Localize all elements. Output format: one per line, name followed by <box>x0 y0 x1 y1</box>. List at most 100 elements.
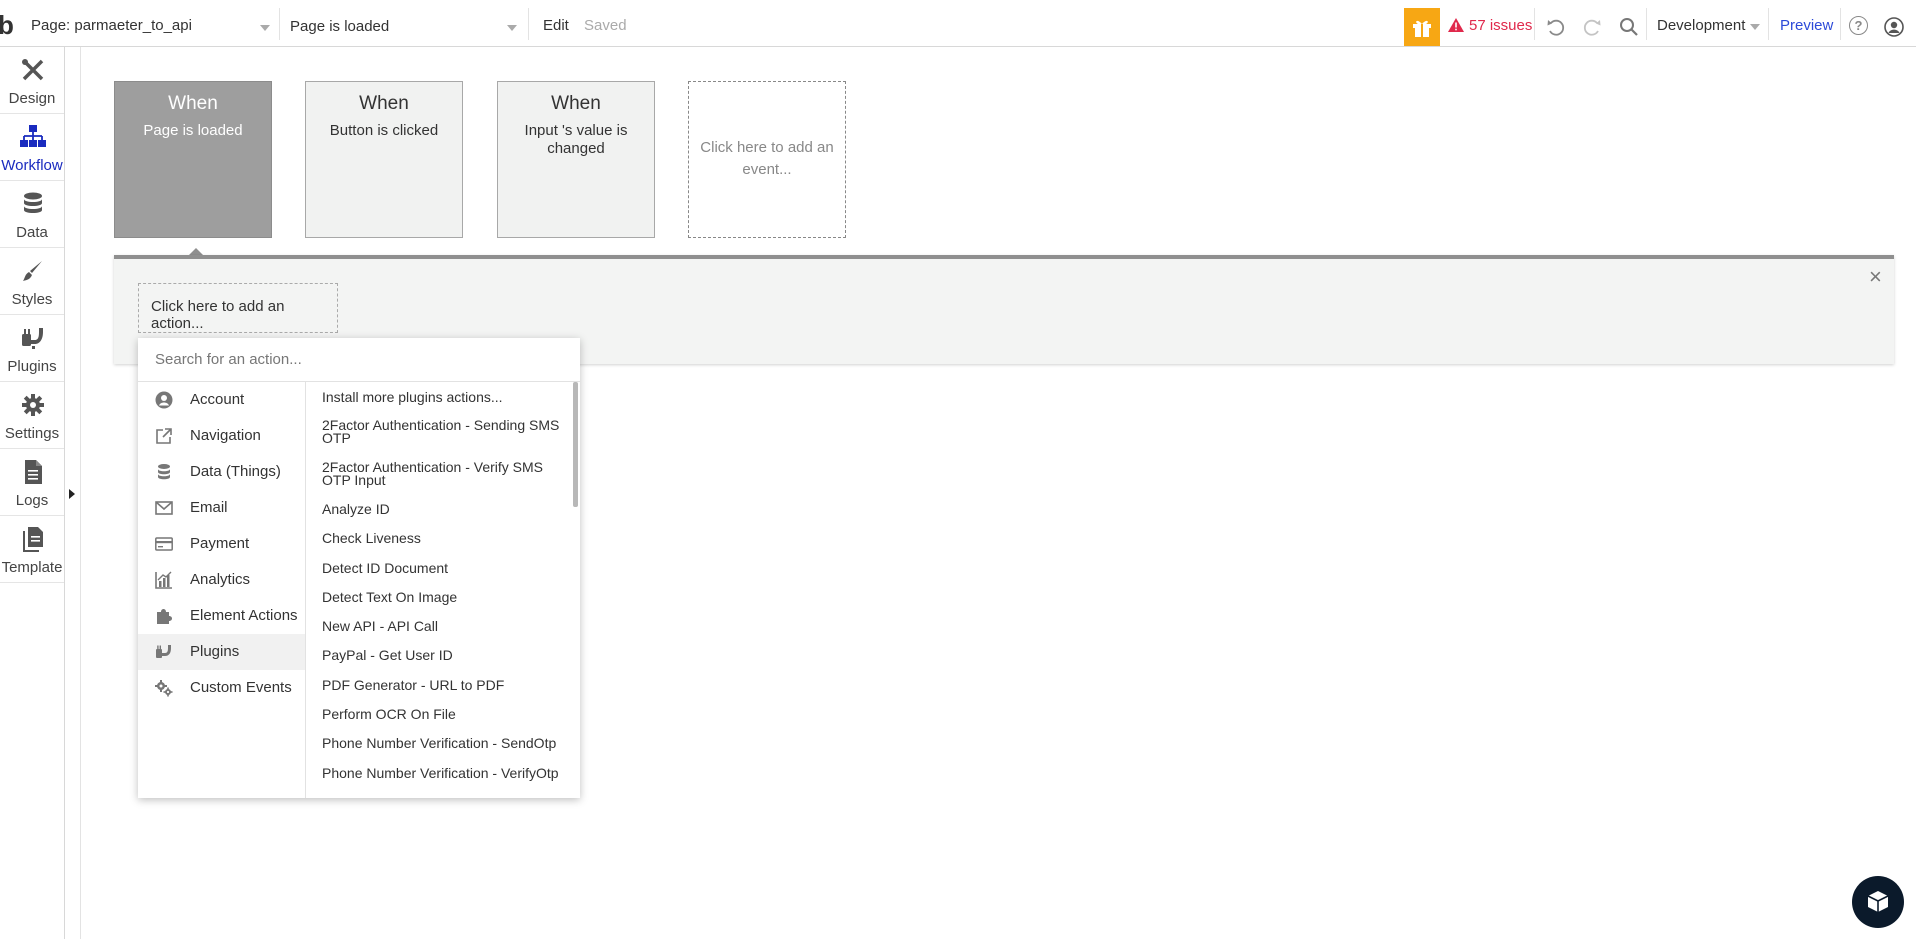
action-search-input[interactable] <box>138 338 580 382</box>
category-label: Data (Things) <box>190 463 281 480</box>
sidebar-item-label: Logs <box>15 492 49 509</box>
event-description: Input 's value is changed <box>524 122 628 157</box>
action-item[interactable]: Analyze ID <box>322 502 570 516</box>
event-description: Button is clicked <box>329 122 439 139</box>
add-event-button[interactable]: Click here to add an event... <box>688 81 846 238</box>
action-item[interactable]: Detect ID Document <box>322 561 570 575</box>
analytics-icon <box>155 571 172 589</box>
redo-icon[interactable] <box>1582 17 1602 37</box>
sidebar-item-label: Design <box>8 90 56 107</box>
sidebar-item-label: Template <box>1 559 63 576</box>
add-event-label: Click here to add an event... <box>700 139 834 178</box>
action-item[interactable]: 2Factor Authentication - Sending SMS OTP <box>322 418 570 445</box>
action-item-install-plugins[interactable]: Install more plugins actions... <box>322 390 570 404</box>
category-analytics[interactable]: Analytics <box>138 562 305 598</box>
category-element-actions[interactable]: Element Actions <box>138 598 305 634</box>
design-tools-icon <box>22 59 44 81</box>
sidebar-item-data[interactable]: Data <box>0 181 64 248</box>
page-selector[interactable]: Page: parmaeter_to_api <box>31 17 192 34</box>
category-data-things[interactable]: Data (Things) <box>138 454 305 490</box>
help-icon[interactable]: ? <box>1849 16 1868 35</box>
category-label: Account <box>190 391 245 408</box>
database-icon <box>158 464 170 480</box>
sidebar-item-settings[interactable]: Settings <box>0 382 64 449</box>
sidebar-item-logs[interactable]: Logs <box>0 449 64 516</box>
sidebar-item-label: Settings <box>4 425 60 442</box>
category-label: Email <box>190 499 228 516</box>
database-icon <box>24 192 42 213</box>
external-link-icon <box>156 428 172 444</box>
envelope-icon <box>155 501 173 515</box>
avatar[interactable] <box>1884 17 1904 37</box>
action-item[interactable]: Phone Number Verification - VerifyOtp <box>322 766 570 780</box>
sidebar-item-styles[interactable]: Styles <box>0 248 64 315</box>
action-item[interactable]: Check Liveness <box>322 531 570 545</box>
category-label: Analytics <box>190 571 251 588</box>
divider <box>279 8 280 40</box>
category-label: Payment <box>190 535 250 552</box>
plugins-icon <box>22 328 43 349</box>
category-label: Navigation <box>190 427 261 444</box>
event-card-button-clicked[interactable]: When Button is clicked <box>305 81 463 238</box>
category-custom-events[interactable]: Custom Events <box>138 670 305 706</box>
action-item[interactable]: PayPal - Get User ID <box>322 648 570 662</box>
sidebar-item-label: Plugins <box>7 358 57 375</box>
action-item[interactable]: Perform OCR On File <box>322 707 570 721</box>
edit-menu[interactable]: Edit <box>543 17 569 34</box>
gears-icon <box>155 680 173 697</box>
category-navigation[interactable]: Navigation <box>138 418 305 454</box>
category-account[interactable]: Account <box>138 382 305 418</box>
user-circle-icon <box>155 391 173 409</box>
collapse-sidebar-toggle[interactable] <box>69 489 75 499</box>
sidebar-item-plugins[interactable]: Plugins <box>0 315 64 382</box>
event-selector[interactable]: Page is loaded <box>290 18 389 35</box>
gift-button[interactable] <box>1404 8 1440 46</box>
action-item[interactable]: PDF Generator - URL to PDF <box>322 678 570 692</box>
canvas-divider <box>80 47 81 939</box>
event-selector-chevron-icon[interactable] <box>507 25 517 31</box>
action-category-list: Account Navigation Data (Things) Email P… <box>138 382 306 798</box>
chat-icon <box>1867 891 1889 912</box>
sidebar-item-label: Data <box>16 224 48 241</box>
event-card-input-changed[interactable]: When Input 's value is changed <box>497 81 655 238</box>
top-bar: b Page: parmaeter_to_api Page is loaded … <box>0 0 1916 47</box>
gear-icon <box>22 394 44 416</box>
chat-support-button[interactable] <box>1852 876 1904 928</box>
sidebar-item-workflow[interactable]: Workflow <box>0 114 64 181</box>
action-item[interactable]: Detect Text On Image <box>322 590 570 604</box>
add-action-button[interactable]: Click here to add an action... <box>138 283 338 333</box>
category-label: Element Actions <box>190 607 298 624</box>
sidebar-item-template[interactable]: Template <box>0 516 64 583</box>
action-item[interactable]: New API - API Call <box>322 619 570 633</box>
sidebar-item-label: Styles <box>11 291 53 308</box>
category-email[interactable]: Email <box>138 490 305 526</box>
undo-icon[interactable] <box>1546 17 1566 37</box>
event-description: Page is loaded <box>143 122 243 139</box>
divider <box>528 8 529 40</box>
divider <box>1534 8 1535 40</box>
search-icon[interactable] <box>1619 17 1639 37</box>
issues-button[interactable]: 57 issues <box>1469 17 1532 34</box>
gift-icon <box>1413 20 1431 37</box>
category-payment[interactable]: Payment <box>138 526 305 562</box>
event-when-label: When <box>168 93 218 114</box>
event-card-page-loaded[interactable]: When Page is loaded <box>114 81 272 238</box>
event-when-label: When <box>551 93 601 114</box>
close-panel-icon[interactable]: × <box>1869 266 1882 288</box>
bubble-logo[interactable]: b <box>0 10 14 41</box>
sidebar-item-label: Workflow <box>1 157 63 174</box>
preview-button[interactable]: Preview <box>1780 17 1833 34</box>
environment-selector[interactable]: Development <box>1657 17 1745 34</box>
divider <box>1768 8 1769 40</box>
credit-card-icon <box>155 537 173 551</box>
divider <box>1646 8 1647 40</box>
workflow-icon <box>20 125 46 147</box>
category-plugins[interactable]: Plugins <box>138 634 305 670</box>
action-list-scrollbar[interactable] <box>573 382 578 507</box>
action-item[interactable]: Phone Number Verification - SendOtp <box>322 736 570 750</box>
category-label: Custom Events <box>190 679 292 696</box>
action-item[interactable]: 2Factor Authentication - Verify SMS OTP … <box>322 460 570 487</box>
environment-chevron-icon[interactable] <box>1750 24 1760 30</box>
sidebar-item-design[interactable]: Design <box>0 47 64 114</box>
page-selector-chevron-icon[interactable] <box>260 25 270 31</box>
